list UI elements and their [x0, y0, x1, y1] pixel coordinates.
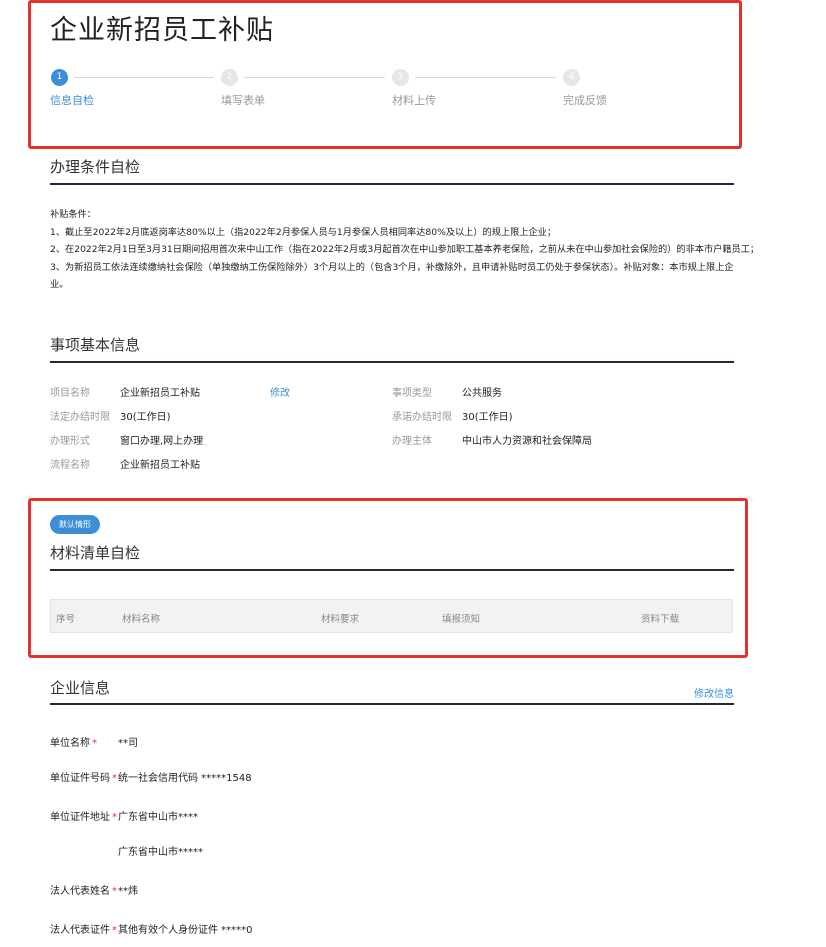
- modify-link[interactable]: 修改: [270, 384, 290, 399]
- step-2-label: 填写表单: [221, 94, 265, 107]
- conditions-text: 补贴条件： 1、截止至2022年2月底返岗率达80%以上（指2022年2月参保人…: [50, 206, 760, 294]
- condition-line: 2、在2022年2月1日至3月31日期间招用首次来中山工作（指在2022年2月或…: [50, 244, 760, 255]
- step-4-indicator: 4: [563, 69, 580, 86]
- materials-title: 材料清单自检: [50, 544, 141, 562]
- step-1-label: 信息自检: [50, 94, 94, 107]
- required-mark: *: [112, 812, 117, 823]
- company-address-line2: 广东省中山市*****: [118, 847, 203, 858]
- process-label: 流程名称: [50, 460, 90, 471]
- column-header-name: 材料名称: [122, 614, 161, 625]
- condition-line: 补贴条件：: [50, 209, 96, 220]
- legal-rep-name-label: 法人代表姓名 *: [50, 886, 117, 897]
- step-connector: [244, 77, 385, 78]
- company-info-title: 企业信息: [50, 679, 111, 697]
- legal-rep-id-value: 其他有效个人身份证件 *****0: [118, 925, 253, 936]
- highlight-box-materials: [28, 498, 748, 658]
- project-name-label: 项目名称: [50, 388, 90, 399]
- company-address-label: 单位证件地址 *: [50, 812, 117, 823]
- required-mark: *: [92, 738, 97, 749]
- step-connector: [415, 77, 556, 78]
- type-value: 公共服务: [462, 388, 502, 399]
- edit-company-info-link[interactable]: 修改信息: [694, 685, 734, 700]
- legal-rep-id-label: 法人代表证件 *: [50, 925, 117, 936]
- legal-limit-label: 法定办结时限: [50, 412, 110, 423]
- company-id-label: 单位证件号码 *: [50, 773, 117, 784]
- process-value: 企业新招员工补贴: [120, 460, 200, 471]
- step-1-indicator: 1: [51, 69, 68, 86]
- column-header-notice: 填报须知: [442, 614, 481, 625]
- required-mark: *: [112, 925, 117, 936]
- column-header-requirement: 材料要求: [321, 614, 360, 625]
- subject-value: 中山市人力资源和社会保障局: [462, 436, 592, 447]
- column-header-download: 资料下载: [641, 614, 680, 625]
- required-mark: *: [112, 773, 117, 784]
- step-4-label: 完成反馈: [563, 94, 607, 107]
- company-name-value: **司: [118, 738, 138, 749]
- default-scenario-badge[interactable]: 默认情形: [50, 515, 100, 534]
- page-title: 企业新招员工补贴: [50, 15, 274, 46]
- promise-limit-value: 30(工作日): [462, 412, 513, 423]
- column-header-index: 序号: [56, 614, 76, 625]
- section-divider: [50, 183, 734, 185]
- materials-table-header: 序号 材料名称 材料要求 填报须知 资料下载: [50, 599, 733, 633]
- step-2-indicator: 2: [221, 69, 238, 86]
- subject-label: 办理主体: [392, 436, 432, 447]
- form-value: 窗口办理,网上办理: [120, 436, 204, 447]
- step-connector: [74, 77, 214, 78]
- form-label: 办理形式: [50, 436, 90, 447]
- company-name-label: 单位名称 *: [50, 738, 97, 749]
- step-3-indicator: 3: [392, 69, 409, 86]
- condition-line: 1、截止至2022年2月底返岗率达80%以上（指2022年2月参保人员与1月参保…: [50, 226, 557, 238]
- basic-info-title: 事项基本信息: [50, 336, 141, 354]
- step-3-label: 材料上传: [392, 94, 436, 107]
- company-id-value: 统一社会信用代码 *****1548: [118, 773, 252, 784]
- promise-limit-label: 承诺办结时限: [392, 412, 452, 423]
- required-mark: *: [112, 886, 117, 897]
- type-label: 事项类型: [392, 388, 432, 399]
- project-name-value: 企业新招员工补贴: [120, 388, 200, 399]
- legal-limit-value: 30(工作日): [120, 412, 171, 423]
- section-divider: [50, 361, 734, 363]
- condition-line: 业。: [50, 279, 69, 290]
- section-divider: [50, 703, 734, 705]
- company-address-value: 广东省中山市****: [118, 812, 198, 823]
- legal-rep-name-value: **炜: [118, 886, 138, 897]
- section-divider: [50, 569, 734, 571]
- condition-line: 3、为新招员工依法连续缴纳社会保险（单独缴纳工伤保险除外）3个月以上的（包含3个…: [50, 261, 734, 273]
- conditions-title: 办理条件自检: [50, 158, 141, 176]
